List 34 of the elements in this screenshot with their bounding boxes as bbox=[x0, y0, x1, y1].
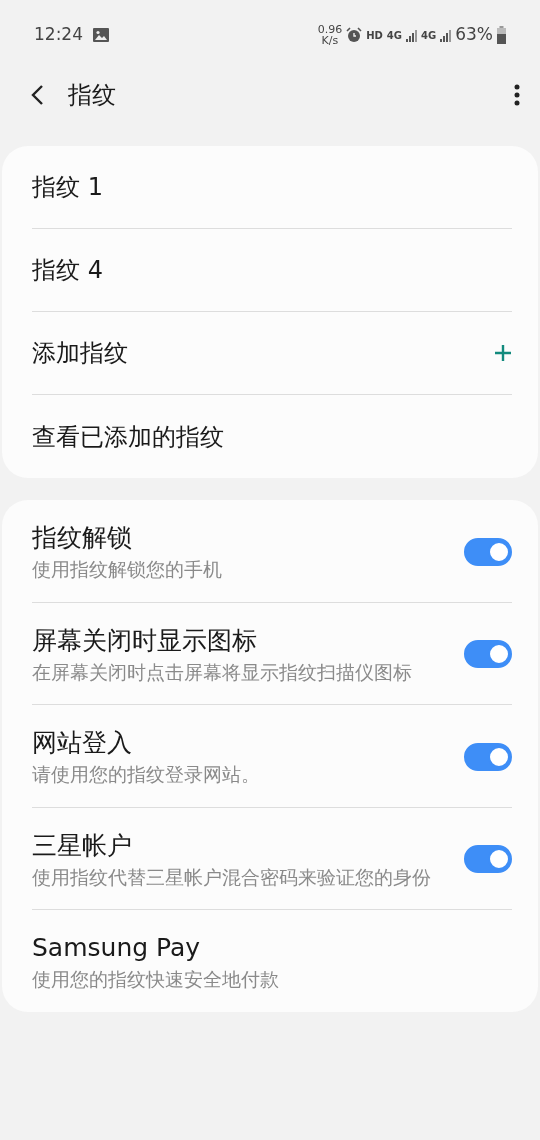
setting-description: 使用您的指纹快速安全地付款 bbox=[32, 967, 280, 992]
speed-unit: K/s bbox=[320, 35, 340, 46]
toggle-switch[interactable] bbox=[464, 640, 512, 669]
speed-value: 0.96 bbox=[317, 24, 343, 35]
setting-title[interactable]: 指纹解锁 bbox=[32, 520, 440, 555]
setting-title[interactable]: 屏幕关闭时显示图标 bbox=[32, 622, 440, 658]
list-item[interactable]: 添加指纹 bbox=[32, 335, 128, 371]
signal-icon bbox=[406, 28, 418, 42]
setting-description: 使用指纹解锁您的手机 bbox=[32, 557, 223, 582]
list-item[interactable]: 指纹 4 bbox=[32, 252, 103, 288]
add-icon[interactable] bbox=[494, 344, 512, 362]
hd-label: HD bbox=[366, 28, 383, 43]
back-icon[interactable] bbox=[30, 84, 44, 106]
page-title: 指纹 bbox=[68, 80, 116, 111]
image-icon bbox=[93, 28, 109, 42]
toggle-switch[interactable] bbox=[464, 537, 512, 566]
network-label: 4G bbox=[421, 28, 437, 43]
setting-title[interactable]: 三星帐户 bbox=[32, 827, 440, 863]
toggle-switch[interactable] bbox=[464, 845, 512, 874]
list-item[interactable]: 指纹 1 bbox=[32, 169, 103, 205]
battery-icon bbox=[497, 26, 506, 44]
toggle-switch[interactable] bbox=[464, 742, 512, 771]
setting-description: 请使用您的指纹登录网站。 bbox=[32, 762, 261, 787]
setting-title[interactable]: 网站登入 bbox=[32, 725, 440, 760]
battery-percent: 63% bbox=[455, 23, 493, 47]
setting-description: 在屏幕关闭时点击屏幕将显示指纹扫描仪图标 bbox=[32, 659, 413, 685]
list-item[interactable]: 查看已添加的指纹 bbox=[32, 418, 224, 455]
setting-description: 使用指纹代替三星帐户混合密码来验证您的身份 bbox=[32, 864, 432, 890]
alarm-icon bbox=[346, 27, 363, 43]
clock: 12:24 bbox=[34, 23, 83, 47]
setting-title[interactable]: Samsung Pay bbox=[32, 930, 488, 965]
more-options-icon[interactable] bbox=[514, 84, 520, 106]
signal-icon bbox=[440, 28, 452, 42]
network-label: 4G bbox=[386, 28, 403, 43]
